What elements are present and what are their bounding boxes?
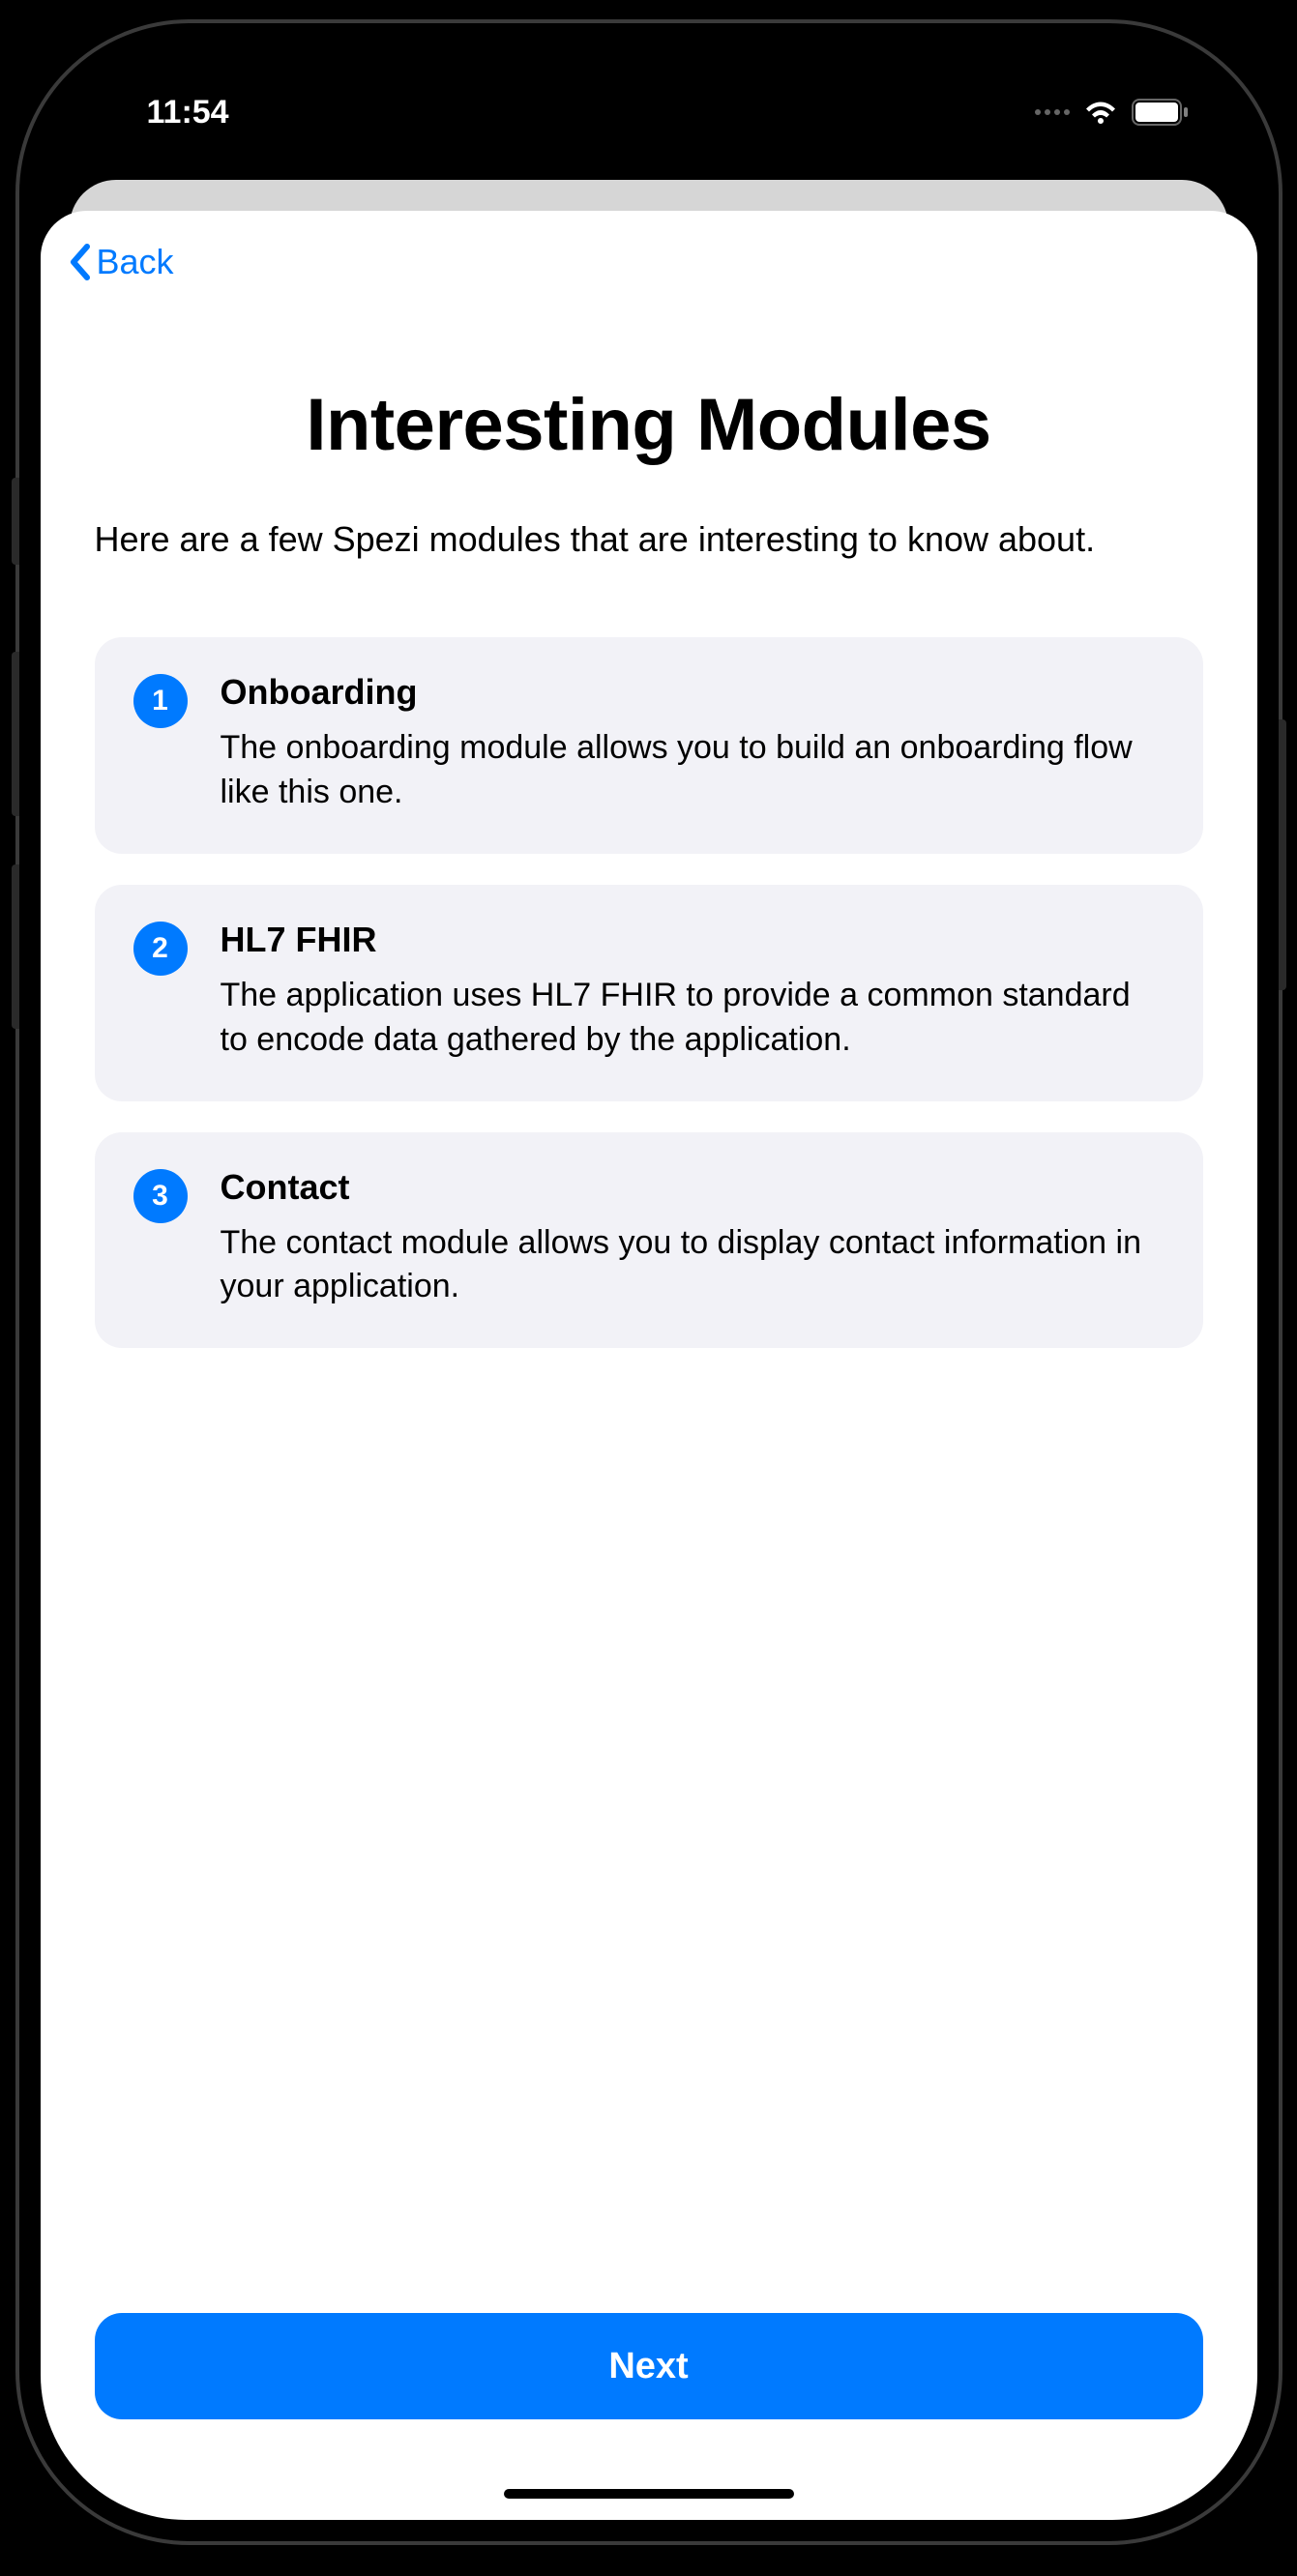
module-card-hl7-fhir: 2 HL7 FHIR The application uses HL7 FHIR… (95, 885, 1203, 1101)
status-bar: 11:54 (41, 44, 1257, 180)
modal-stack: Back Interesting Modules Here are a few … (41, 180, 1257, 2520)
page-title: Interesting Modules (95, 383, 1203, 467)
battery-icon (1132, 99, 1190, 126)
status-dots-icon (1035, 109, 1070, 115)
module-list: 1 Onboarding The onboarding module allow… (95, 637, 1203, 1348)
status-right (1035, 99, 1190, 126)
status-time: 11:54 (147, 94, 229, 132)
module-title: Onboarding (221, 672, 1164, 713)
home-indicator[interactable] (504, 2489, 794, 2499)
module-text: Onboarding The onboarding module allows … (221, 672, 1164, 815)
back-button[interactable]: Back (68, 242, 174, 282)
chevron-left-icon (68, 243, 91, 281)
module-title: Contact (221, 1167, 1164, 1208)
volume-down-button (12, 864, 19, 1029)
screen: 11:54 Back (41, 44, 1257, 2520)
module-description: The onboarding module allows you to buil… (221, 726, 1164, 815)
step-badge: 3 (133, 1169, 188, 1223)
onboarding-sheet: Back Interesting Modules Here are a few … (41, 211, 1257, 2520)
nav-bar: Back (41, 211, 1257, 286)
module-card-contact: 3 Contact The contact module allows you … (95, 1132, 1203, 1349)
module-card-onboarding: 1 Onboarding The onboarding module allow… (95, 637, 1203, 854)
module-text: Contact The contact module allows you to… (221, 1167, 1164, 1310)
back-label: Back (97, 242, 174, 282)
step-badge: 1 (133, 674, 188, 728)
module-title: HL7 FHIR (221, 920, 1164, 960)
step-badge: 2 (133, 922, 188, 976)
module-description: The application uses HL7 FHIR to provide… (221, 974, 1164, 1063)
module-description: The contact module allows you to display… (221, 1221, 1164, 1310)
side-button (12, 478, 19, 565)
power-button (1279, 719, 1286, 990)
wifi-icon (1083, 100, 1118, 125)
next-button[interactable]: Next (95, 2313, 1203, 2419)
page-subtitle: Here are a few Spezi modules that are in… (95, 519, 1203, 560)
module-text: HL7 FHIR The application uses HL7 FHIR t… (221, 920, 1164, 1063)
volume-up-button (12, 652, 19, 816)
device-frame: 11:54 Back (15, 19, 1282, 2545)
content: Interesting Modules Here are a few Spezi… (41, 286, 1257, 2313)
